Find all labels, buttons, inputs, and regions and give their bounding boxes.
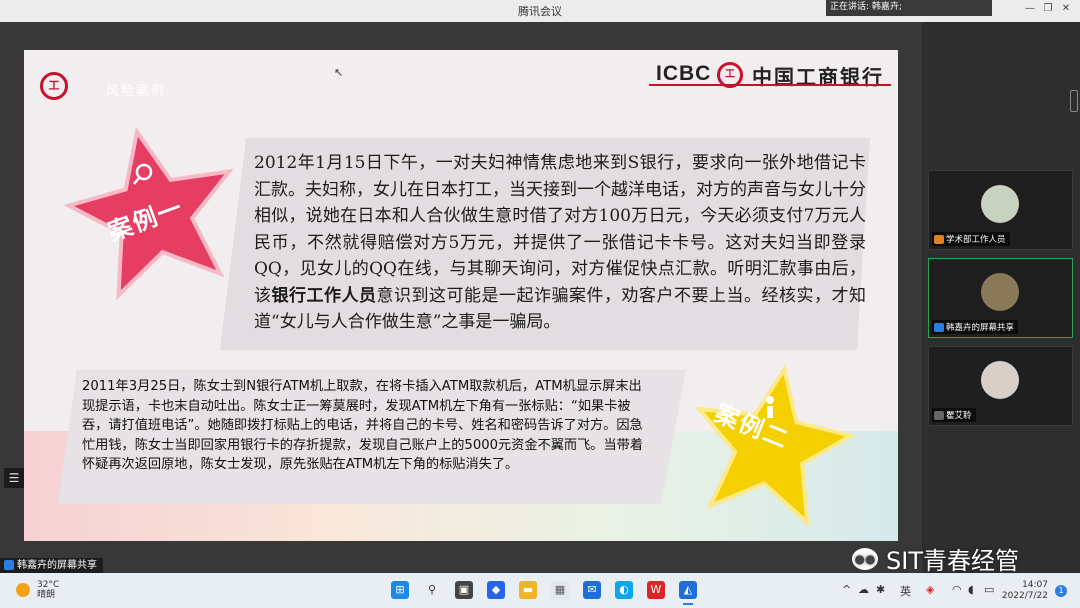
screen-share-label: 韩嘉卉的屏幕共享 — [0, 558, 103, 573]
windows-taskbar: 32°C 晴朗 ⊞ ⚲ ▣ ◆ ▬ ▦ ✉ ◐ W ◭ ^ ☁ ✱ 英 ◈ ◠ ◖… — [0, 573, 1080, 608]
header-divider — [649, 84, 891, 86]
screen-share-icon — [934, 323, 944, 332]
notification-badge[interactable]: 1 — [1055, 585, 1067, 597]
close-button[interactable]: ✕ — [1058, 3, 1074, 14]
sun-icon — [16, 583, 30, 597]
bank-name-en: ICBC — [656, 62, 712, 85]
tencent-meeting-icon[interactable]: ◭ — [679, 581, 697, 599]
bluetooth-icon[interactable]: ✱ — [876, 583, 885, 596]
system-clock[interactable]: 14:07 2022/7/22 — [1000, 580, 1048, 602]
participant-name: 学术部工作人员 — [932, 232, 1010, 246]
task-view-icon[interactable]: ▣ — [455, 581, 473, 599]
participant-name: 韩嘉卉的屏幕共享 — [932, 320, 1019, 334]
minimize-button[interactable]: — — [1022, 3, 1038, 14]
toolbar-toggle-icon[interactable]: ☰ — [4, 468, 24, 488]
search-icon[interactable]: ⚲ — [423, 581, 441, 599]
avatar — [981, 185, 1019, 223]
wifi-icon[interactable]: ◠ — [952, 583, 962, 596]
watermark: ●● SIT青春经管 — [852, 541, 1019, 576]
participant-name: 瞿艾聆 — [932, 408, 976, 422]
case2-text: 2011年3月25日，陈女士到N银行ATM机上取款，在将卡插入ATM取款机后，A… — [82, 379, 644, 472]
participant-tile-2[interactable]: 韩嘉卉的屏幕共享 — [928, 258, 1073, 338]
mail-icon[interactable]: ✉ — [583, 581, 601, 599]
ime-icon[interactable]: 英 — [900, 583, 911, 599]
battery-icon[interactable]: ▭ — [984, 583, 994, 596]
speaking-indicator: 正在讲话: 韩嘉卉; — [826, 0, 992, 16]
cloud-icon[interactable]: ☁ — [858, 583, 869, 596]
wps-icon[interactable]: W — [647, 581, 665, 599]
panel-scroll-indicator[interactable] — [1070, 90, 1078, 112]
tray-chevron-icon[interactable]: ^ — [842, 583, 851, 596]
folder-icon[interactable]: ▬ — [519, 581, 537, 599]
app-icon[interactable]: ◆ — [487, 581, 505, 599]
shared-slide: 工 风险案例 ICBC 工 中国工商银行 案例一 2012年1月15日下午，一对… — [24, 50, 898, 541]
edge-browser-icon[interactable]: ◐ — [615, 581, 633, 599]
volume-icon[interactable]: ◖ — [968, 583, 974, 596]
restore-button[interactable]: ❐ — [1040, 3, 1056, 14]
antivirus-icon[interactable]: ◈ — [926, 583, 934, 596]
mic-icon — [934, 411, 944, 420]
active-app-indicator — [683, 603, 693, 605]
icbc-logo-icon: 工 — [40, 72, 68, 100]
avatar — [981, 273, 1019, 311]
wechat-icon: ●● — [852, 547, 878, 570]
participant-tile-1[interactable]: 学术部工作人员 — [928, 170, 1073, 250]
store-icon[interactable]: ▦ — [551, 581, 569, 599]
case1-text: 2012年1月15日下午，一对夫妇神情焦虑地来到S银行，要求向一张外地借记卡汇款… — [254, 153, 866, 332]
weather-widget[interactable]: 32°C 晴朗 — [37, 580, 59, 600]
mouse-cursor-icon: ↖ — [334, 66, 344, 79]
mic-icon — [934, 235, 944, 244]
start-icon[interactable]: ⊞ — [391, 581, 409, 599]
participant-tile-3[interactable]: 瞿艾聆 — [928, 346, 1073, 426]
user-icon — [4, 560, 14, 570]
slide-section-title: 风险案例 — [106, 84, 167, 99]
avatar — [981, 361, 1019, 399]
